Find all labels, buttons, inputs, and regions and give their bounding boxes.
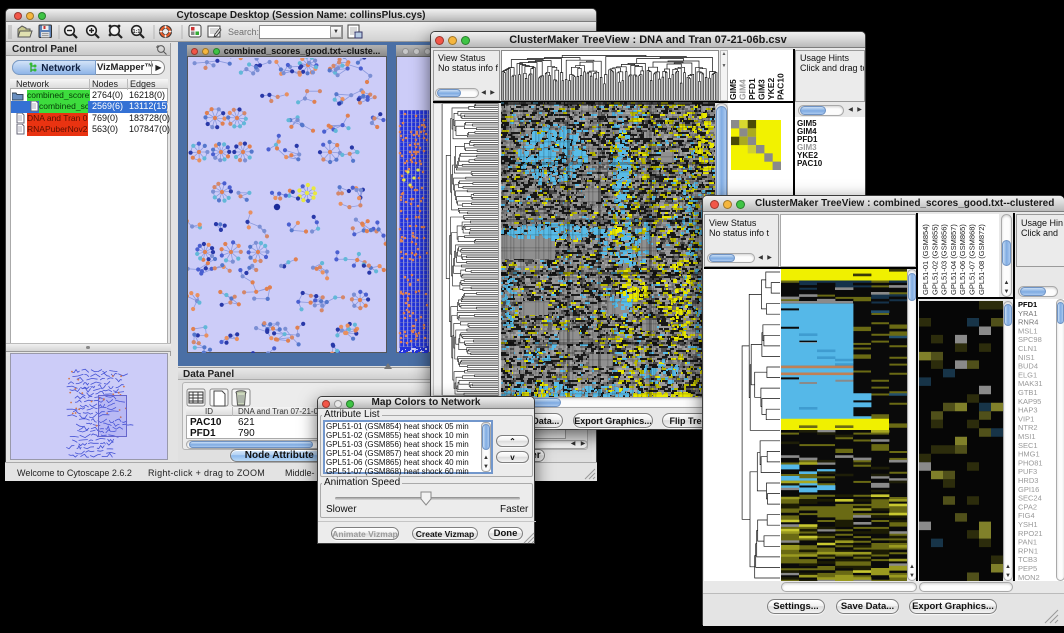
svg-text:HRD3: HRD3 xyxy=(1018,476,1038,485)
svg-text:TCB3: TCB3 xyxy=(1018,555,1037,564)
svg-text:PEP5: PEP5 xyxy=(1018,564,1037,573)
svg-text:1:1: 1:1 xyxy=(133,29,141,35)
svg-text:PFD1: PFD1 xyxy=(747,78,757,100)
svg-text:GPL51-06 (GSM865): GPL51-06 (GSM865) xyxy=(958,224,967,295)
svg-text:RPO21: RPO21 xyxy=(1018,529,1043,538)
svg-text:NIS1: NIS1 xyxy=(1018,353,1035,362)
svg-text:MSI1: MSI1 xyxy=(1018,432,1036,441)
svg-text:YSH1: YSH1 xyxy=(1018,520,1038,529)
svg-text:RNR4: RNR4 xyxy=(1018,318,1038,327)
svg-text:NTR2: NTR2 xyxy=(1018,423,1038,432)
svg-text:HAP3: HAP3 xyxy=(1018,406,1038,415)
svg-text:GPI16: GPI16 xyxy=(1018,485,1039,494)
svg-text:SEC1: SEC1 xyxy=(1018,441,1038,450)
svg-text:ELG1: ELG1 xyxy=(1018,370,1037,379)
svg-text:MON2: MON2 xyxy=(1018,573,1040,581)
svg-text:GPL51-07 (GSM868): GPL51-07 (GSM868) xyxy=(968,224,977,295)
svg-text:CPA2: CPA2 xyxy=(1018,502,1037,511)
svg-text:CLN1: CLN1 xyxy=(1018,344,1037,353)
svg-text:YKE2: YKE2 xyxy=(766,78,776,100)
svg-text:GTB1: GTB1 xyxy=(1018,388,1038,397)
svg-text:MAK31: MAK31 xyxy=(1018,379,1043,388)
svg-text:GIM4: GIM4 xyxy=(738,79,748,100)
svg-text:RPN1: RPN1 xyxy=(1018,546,1038,555)
svg-text:PAN1: PAN1 xyxy=(1018,538,1037,547)
svg-text:GIM5: GIM5 xyxy=(728,79,738,100)
svg-text:KAP95: KAP95 xyxy=(1018,397,1041,406)
svg-text:SPC98: SPC98 xyxy=(1018,335,1042,344)
svg-text:PAC10: PAC10 xyxy=(776,73,786,100)
svg-text:PFD1: PFD1 xyxy=(1018,300,1037,309)
svg-text:FIG4: FIG4 xyxy=(1018,511,1035,520)
svg-text:BUD4: BUD4 xyxy=(1018,362,1038,371)
svg-text:YRA1: YRA1 xyxy=(1018,309,1038,318)
svg-text:GPL51-08 (GSM872): GPL51-08 (GSM872) xyxy=(977,224,986,295)
svg-text:MSL1: MSL1 xyxy=(1018,326,1038,335)
svg-text:GIM3: GIM3 xyxy=(757,79,767,100)
svg-text:PUF3: PUF3 xyxy=(1018,467,1037,476)
svg-text:SEC24: SEC24 xyxy=(1018,494,1042,503)
svg-text:GPL51-04 (GSM857): GPL51-04 (GSM857) xyxy=(949,224,958,295)
svg-text:GPL51-02 (GSM855): GPL51-02 (GSM855) xyxy=(930,224,939,295)
svg-text:HMG1: HMG1 xyxy=(1018,450,1040,459)
svg-text:GPL51-03 (GSM856): GPL51-03 (GSM856) xyxy=(940,224,949,295)
svg-text:VIP1: VIP1 xyxy=(1018,414,1034,423)
svg-text:GPL51-01 (GSM854): GPL51-01 (GSM854) xyxy=(921,224,930,295)
svg-text:Search:: Search: xyxy=(228,27,259,37)
svg-text:PHO81: PHO81 xyxy=(1018,458,1043,467)
